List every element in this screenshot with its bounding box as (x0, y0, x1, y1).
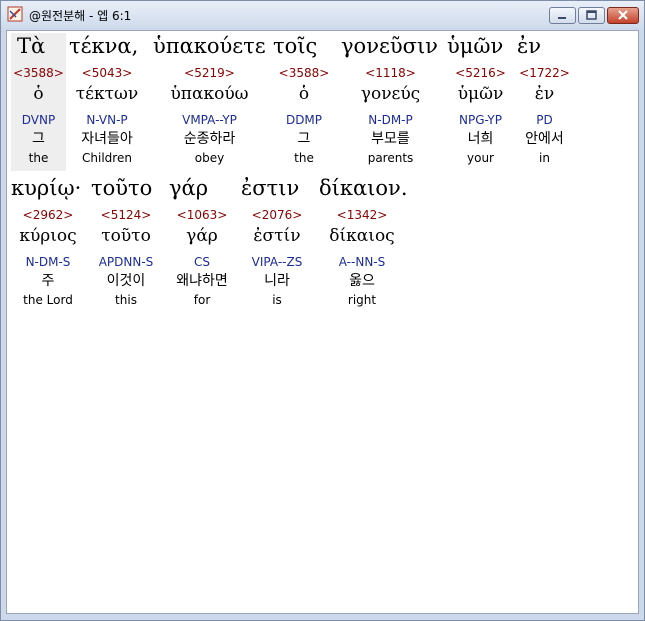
parsing-code: DDMP (285, 113, 323, 127)
strong-number[interactable]: <2076> (241, 208, 313, 222)
english-gloss: Children (82, 151, 132, 165)
lemma: τέκτων (75, 84, 139, 104)
korean-gloss: 안에서 (525, 131, 564, 147)
lemma: τοῦτο (101, 226, 151, 246)
parsing-code: A--NN-S (338, 255, 386, 269)
greek-word: τέκνα, (69, 34, 139, 58)
word-block[interactable]: ἐν <1722> ἐν PD 안에서 in (517, 33, 572, 171)
strong-number[interactable]: <1342> (319, 208, 405, 222)
korean-gloss: 순종하라 (183, 131, 236, 147)
word-block[interactable]: δίκαιον. <1342> δίκαιος A--NN-S 옳으 right (319, 175, 408, 313)
english-gloss: right (347, 293, 377, 307)
app-icon (7, 6, 23, 22)
word-block[interactable]: γονεῦσιν <1118> γονεύς N-DM-P 부모를 parent… (341, 33, 440, 171)
word-block[interactable]: Τὰ <3588> ὁ DVNP 그 the (11, 33, 66, 171)
close-icon (618, 10, 628, 20)
english-gloss: obey (194, 151, 225, 165)
parsing-code: VIPA--ZS (251, 255, 303, 269)
strong-number[interactable]: <5219> (153, 66, 266, 80)
korean-gloss: 그 (297, 131, 311, 147)
greek-word: Τὰ (17, 34, 46, 58)
greek-word: τοῖς (273, 34, 318, 58)
strong-number[interactable]: <1722> (517, 66, 572, 80)
korean-gloss: 니라 (264, 273, 290, 289)
greek-word: κυρίῳ· (11, 176, 82, 200)
strong-number[interactable]: <5043> (69, 66, 145, 80)
parsing-code: APDNN-S (98, 255, 154, 269)
korean-gloss: 부모를 (371, 131, 410, 147)
greek-word: γάρ (169, 176, 209, 200)
lemma: ἐστίν (253, 226, 301, 246)
english-gloss: parents (367, 151, 414, 165)
english-gloss: for (193, 293, 211, 307)
greek-word: τοῦτο (91, 176, 153, 200)
greek-word: ὑπακούετε (153, 34, 266, 58)
lemma: ὑπακούω (170, 84, 249, 104)
strong-number[interactable]: <2962> (11, 208, 85, 222)
greek-word: ἐν (517, 34, 542, 58)
greek-word: δίκαιον. (319, 176, 408, 200)
parsing-code: DVNP (21, 113, 56, 127)
lemma: γονεύς (360, 84, 421, 104)
word-block[interactable]: ὑπακούετε <5219> ὑπακούω VMPA--YP 순종하라 o… (153, 33, 266, 171)
app-window: @원전분해 - 엡 6:1 Τὰ <3588> ὁ DVNP 그 the τέκ… (0, 0, 645, 621)
korean-gloss: 그 (32, 131, 45, 147)
strong-number[interactable]: <3588> (11, 66, 66, 80)
word-block[interactable]: τέκνα, <5043> τέκτων N-VN-P 자녀들아 Childre… (69, 33, 145, 171)
lemma: γάρ (186, 226, 218, 246)
english-gloss: is (272, 293, 282, 307)
greek-word: ἐστιν (241, 176, 300, 200)
english-gloss: the (294, 151, 314, 165)
korean-gloss: 너희 (467, 131, 494, 147)
greek-word: γονεῦσιν (341, 34, 438, 58)
korean-gloss: 자녀들아 (81, 131, 133, 147)
lemma: ὁ (298, 84, 310, 104)
korean-gloss: 옳으 (349, 273, 375, 289)
maximize-icon (586, 10, 597, 20)
strong-number[interactable]: <5124> (91, 208, 161, 222)
parsing-code: NPG-YP (459, 113, 502, 127)
parsing-code: CS (194, 255, 210, 269)
window-title: @원전분해 - 엡 6:1 (29, 9, 132, 23)
english-gloss: in (539, 151, 550, 165)
korean-gloss: 왜냐하면 (176, 273, 228, 289)
parsing-code: N-VN-P (86, 113, 128, 127)
korean-gloss: 이것이 (106, 273, 146, 289)
strong-number[interactable]: <1118> (341, 66, 440, 80)
title-bar[interactable]: @원전분해 - 엡 6:1 (1, 1, 644, 28)
strong-number[interactable]: <5216> (447, 66, 514, 80)
interlinear-pane: Τὰ <3588> ὁ DVNP 그 the τέκνα, <5043> τέκ… (6, 30, 639, 614)
strong-number[interactable]: <3588> (273, 66, 335, 80)
lemma: δίκαιος (329, 226, 395, 246)
parsing-code: N-DM-P (368, 113, 413, 127)
lemma: κύριος (19, 226, 77, 246)
word-block[interactable]: ἐστιν <2076> ἐστίν VIPA--ZS 니라 is (241, 175, 313, 313)
word-block[interactable]: τοῖς <3588> ὁ DDMP 그 the (273, 33, 335, 171)
parsing-code: PD (536, 113, 553, 127)
maximize-button[interactable] (578, 7, 605, 24)
strong-number[interactable]: <1063> (169, 208, 235, 222)
korean-gloss: 주 (41, 273, 55, 289)
word-block[interactable]: γάρ <1063> γάρ CS 왜냐하면 for (169, 175, 235, 313)
minimize-icon (558, 17, 566, 19)
close-button[interactable] (607, 7, 639, 24)
word-block[interactable]: ὑμῶν <5216> ὑμῶν NPG-YP 너희 your (447, 33, 514, 171)
english-gloss: this (115, 293, 137, 307)
word-block[interactable]: κυρίῳ· <2962> κύριος N-DM-S 주 the Lord (11, 175, 85, 313)
parsing-code: N-DM-S (25, 255, 71, 269)
lemma: ὁ (33, 84, 44, 104)
greek-word: ὑμῶν (447, 34, 504, 58)
lemma: ἐν (534, 84, 555, 104)
english-gloss: the (28, 151, 49, 165)
lemma: ὑμῶν (457, 84, 504, 104)
word-block[interactable]: τοῦτο <5124> τοῦτο APDNN-S 이것이 this (91, 175, 161, 313)
english-gloss: the Lord (23, 293, 73, 307)
english-gloss: your (467, 151, 494, 165)
parsing-code: VMPA--YP (182, 113, 237, 127)
minimize-button[interactable] (549, 7, 576, 24)
